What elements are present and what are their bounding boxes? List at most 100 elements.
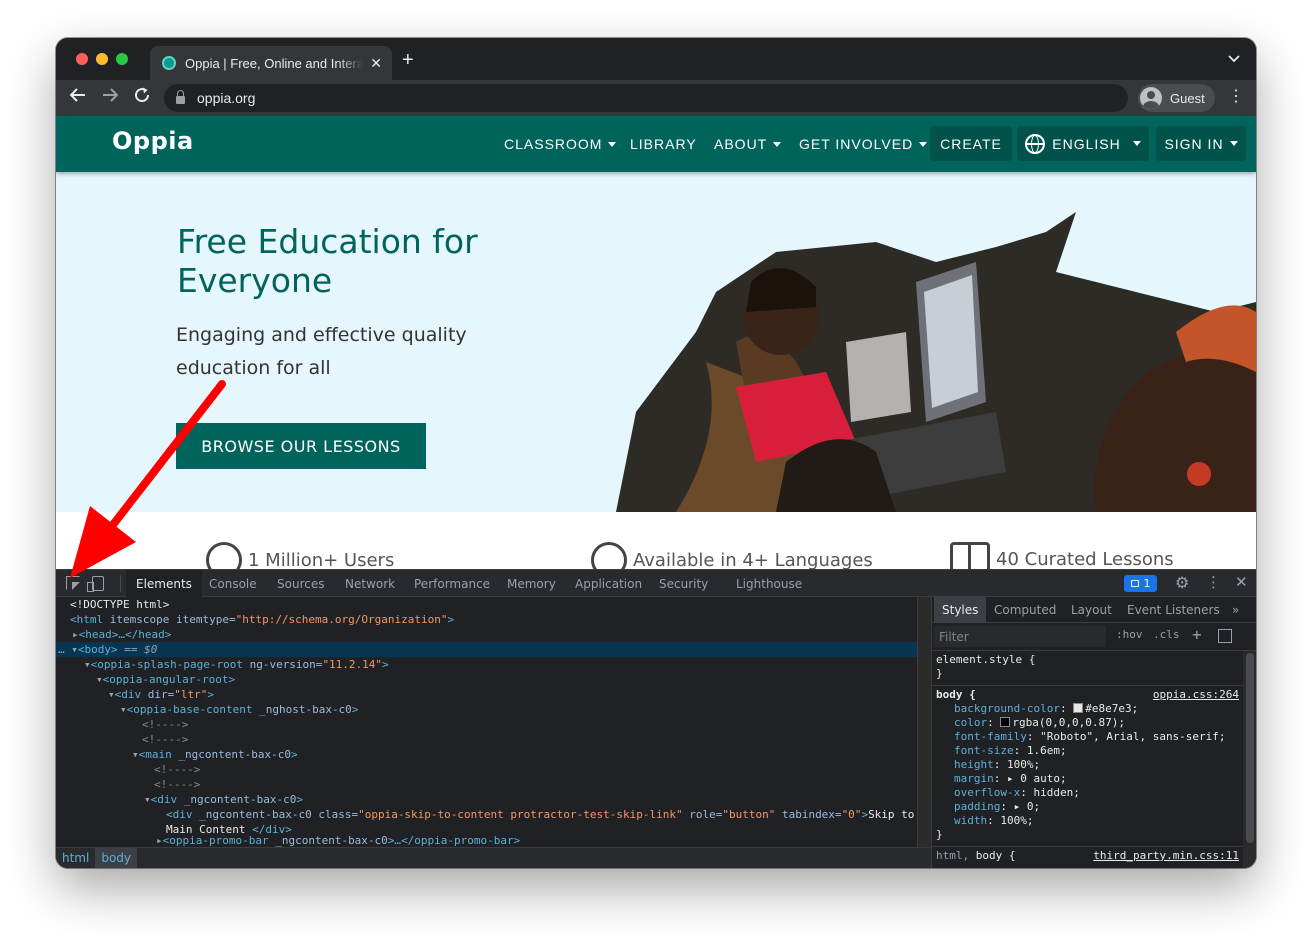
dom-node[interactable]: ▸<oppia-promo-bar _ngcontent-bax-c0>…</o… [56,833,917,847]
dom-comment[interactable]: <!----> [56,762,917,777]
dom-node[interactable]: ▾<oppia-angular-root> [56,672,917,687]
more-tabs-icon[interactable]: » [1232,597,1239,623]
breadcrumb-body[interactable]: body [95,848,138,868]
issues-badge[interactable]: 1 [1124,575,1157,592]
tab-performance[interactable]: Performance [414,570,490,597]
dom-node[interactable]: ▾<oppia-base-content _nghost-bax-c0> [56,702,917,717]
css-declaration[interactable]: color: rgba(0,0,0,0.87); [936,716,1239,730]
address-bar[interactable]: oppia.org [164,84,1128,112]
sign-in-button[interactable]: SIGN IN [1156,126,1246,161]
oppia-logo[interactable]: Oppia [112,127,194,155]
node-tag: <main [138,748,172,761]
device-toolbar-icon[interactable] [87,576,104,592]
translate-icon [591,542,627,569]
css-declaration[interactable]: width: 100%; [936,814,1239,828]
nav-classroom[interactable]: CLASSROOM [504,116,617,172]
close-window-button[interactable] [76,53,88,65]
node-tag: </oppia-promo-bar> [401,834,521,847]
dom-node[interactable]: <html itemscope itemtype="http://schema.… [56,612,917,627]
elements-tree[interactable]: <!DOCTYPE html> <html itemscope itemtype… [56,597,917,847]
browser-tab[interactable]: Oppia | Free, Online and Interactive Les… [150,46,392,80]
css-declaration[interactable]: height: 100%; [936,758,1239,772]
css-property: color [954,716,988,729]
css-declaration[interactable]: margin: ▸ 0 auto; [936,772,1239,786]
dom-node[interactable]: <!DOCTYPE html> [56,597,917,612]
html-body-style-rule[interactable]: html, body { third_party.min.css:11 [932,847,1243,867]
stat-users: 1 Million+ Users [206,542,394,569]
dom-node[interactable]: ▸<head>…</head> [56,627,917,642]
node-attr: _ngcontent-bax-c0 [177,793,297,806]
devtools-close-icon[interactable]: ✕ [1235,573,1248,591]
css-value: 1.6em; [1026,744,1067,757]
tab-title: Oppia | Free, Online and Interactive Les… [185,55,364,71]
dom-node[interactable]: ▾<oppia-splash-page-root ng-version="11.… [56,657,917,672]
dom-node-selected[interactable]: … ▾<body> == $0 [56,642,917,657]
tab-security[interactable]: Security [659,570,708,597]
styles-filter-input[interactable]: Filter [934,626,1106,647]
browse-lessons-button[interactable]: BROWSE OUR LESSONS [176,423,426,469]
toggle-sidebar-icon[interactable] [1218,629,1232,643]
dom-node[interactable]: ▾<main _ngcontent-bax-c0> [56,747,917,762]
reload-icon[interactable] [133,86,151,109]
nav-get-involved[interactable]: GET INVOLVED [799,116,928,172]
element-style-rule[interactable]: element.style { } [932,651,1243,686]
breadcrumb-html[interactable]: html [56,848,95,868]
body-style-rule[interactable]: body { oppia.css:264 background-color: #… [932,686,1243,847]
new-rule-icon[interactable]: + [1192,625,1202,644]
rule-source-link[interactable]: oppia.css:264 [1153,688,1239,702]
css-value: hidden; [1033,786,1080,799]
settings-gear-icon[interactable]: ⚙ [1175,573,1189,592]
nav-about[interactable]: ABOUT [714,116,782,172]
profile-button[interactable]: Guest [1138,84,1215,112]
class-toggle[interactable]: .cls [1153,628,1180,641]
back-icon[interactable] [69,86,87,109]
guest-avatar-icon [1140,87,1162,109]
styles-scrollbar[interactable] [1243,651,1256,868]
stat-users-label: 1 Million+ Users [248,549,395,570]
rule-source-link[interactable]: third_party.min.css:11 [1093,849,1239,863]
node-tag: <div [114,688,142,701]
color-swatch-icon[interactable] [1000,717,1011,727]
dom-node[interactable]: <div _ngcontent-bax-c0 class="oppia-skip… [56,807,917,822]
tab-console[interactable]: Console [209,570,257,597]
dom-comment[interactable]: <!----> [56,732,917,747]
maximize-window-button[interactable] [116,53,128,65]
minimize-window-button[interactable] [96,53,108,65]
nav-library[interactable]: LIBRARY [630,116,697,172]
tab-close-icon[interactable]: ✕ [370,55,382,72]
dom-node[interactable]: ▾<div _ngcontent-bax-c0> [56,792,917,807]
devtools-menu-icon[interactable]: ⋮ [1206,573,1221,591]
css-declaration[interactable]: font-size: 1.6em; [936,744,1239,758]
css-value: rgba(0,0,0,0.87); [1012,716,1125,729]
dom-comment[interactable]: <!----> [56,777,917,792]
scroll-thumb[interactable] [1246,653,1254,843]
tab-application[interactable]: Application [575,570,642,597]
css-declaration[interactable]: font-family: "Roboto", Arial, sans-serif… [936,730,1239,744]
browser-menu-icon[interactable]: ⋮ [1228,88,1244,106]
tab-lighthouse[interactable]: Lighthouse [736,570,802,597]
style-rules[interactable]: element.style { } body { oppia.css:264 b… [932,651,1243,868]
tab-elements[interactable]: Elements [126,570,202,597]
tab-event-listeners[interactable]: Event Listeners [1127,597,1220,623]
inspect-element-icon[interactable] [66,576,80,590]
dom-node[interactable]: ▾<div dir="ltr"> [56,687,917,702]
hover-state-toggle[interactable]: :hov [1116,628,1143,641]
tab-styles[interactable]: Styles [934,597,987,623]
tab-computed[interactable]: Computed [994,597,1056,623]
tab-layout[interactable]: Layout [1071,597,1112,623]
color-swatch-icon[interactable] [1073,703,1084,713]
language-selector[interactable]: ENGLISH [1017,126,1149,161]
tab-memory[interactable]: Memory [507,570,556,597]
css-declaration[interactable]: padding: ▸ 0; [936,800,1239,814]
tab-network[interactable]: Network [345,570,395,597]
new-tab-button[interactable]: + [402,50,414,70]
css-declaration[interactable]: overflow-x: hidden; [936,786,1239,800]
css-declaration[interactable]: background-color: #e8e7e3; [936,702,1239,716]
create-button[interactable]: CREATE [930,126,1012,161]
elements-scrollbar[interactable] [917,597,931,847]
tab-sources[interactable]: Sources [277,570,324,597]
tab-search-icon[interactable] [1228,52,1240,66]
dom-comment[interactable]: <!----> [56,717,917,732]
forward-icon[interactable] [101,86,119,109]
node-attr: itemscope itemtype= [103,613,236,626]
